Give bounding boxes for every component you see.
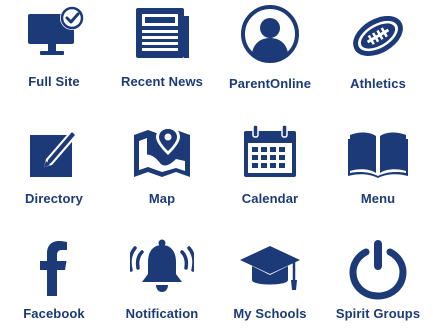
tile-label: Directory — [25, 191, 83, 206]
tile-label: ParentOnline — [228, 76, 312, 91]
calendar-icon — [238, 121, 302, 185]
tile-label: Menu — [360, 191, 396, 206]
tile-label: Recent News — [120, 74, 204, 89]
tile-label: Facebook — [23, 306, 85, 321]
tile-calendar[interactable]: Calendar — [216, 121, 324, 221]
tile-map[interactable]: Map — [108, 121, 216, 221]
facebook-icon — [22, 236, 86, 300]
app-launcher-grid: Full Site Recent News ParentOnline Athle… — [0, 0, 433, 325]
football-icon — [346, 4, 410, 68]
tile-label: Calendar — [241, 191, 299, 206]
open-book-icon — [346, 121, 410, 185]
tile-parent-online[interactable]: ParentOnline — [216, 4, 324, 104]
tile-directory[interactable]: Directory — [0, 121, 108, 221]
monitor-check-icon — [22, 4, 86, 68]
parent-avatar-icon — [238, 4, 302, 68]
newspaper-icon — [130, 4, 194, 68]
tile-athletics[interactable]: Athletics — [324, 4, 432, 104]
power-icon — [346, 236, 410, 300]
tile-facebook[interactable]: Facebook — [0, 236, 108, 336]
tile-label: My Schools — [233, 306, 307, 321]
edit-pencil-icon — [22, 121, 86, 185]
tile-label: Athletics — [350, 76, 406, 91]
tile-my-schools[interactable]: My Schools — [216, 236, 324, 336]
tile-label: Full Site — [28, 74, 80, 89]
tile-menu[interactable]: Menu — [324, 121, 432, 221]
tile-recent-news[interactable]: Recent News — [108, 4, 216, 104]
graduation-cap-icon — [238, 236, 302, 300]
tile-full-site[interactable]: Full Site — [0, 4, 108, 104]
tile-label: Spirit Groups — [335, 306, 421, 321]
tile-spirit-groups[interactable]: Spirit Groups — [324, 236, 432, 336]
map-pin-icon — [130, 121, 194, 185]
tile-label: Notification — [125, 306, 199, 321]
tile-notification[interactable]: Notification — [108, 236, 216, 336]
tile-label: Map — [148, 191, 176, 206]
bell-icon — [130, 236, 194, 300]
